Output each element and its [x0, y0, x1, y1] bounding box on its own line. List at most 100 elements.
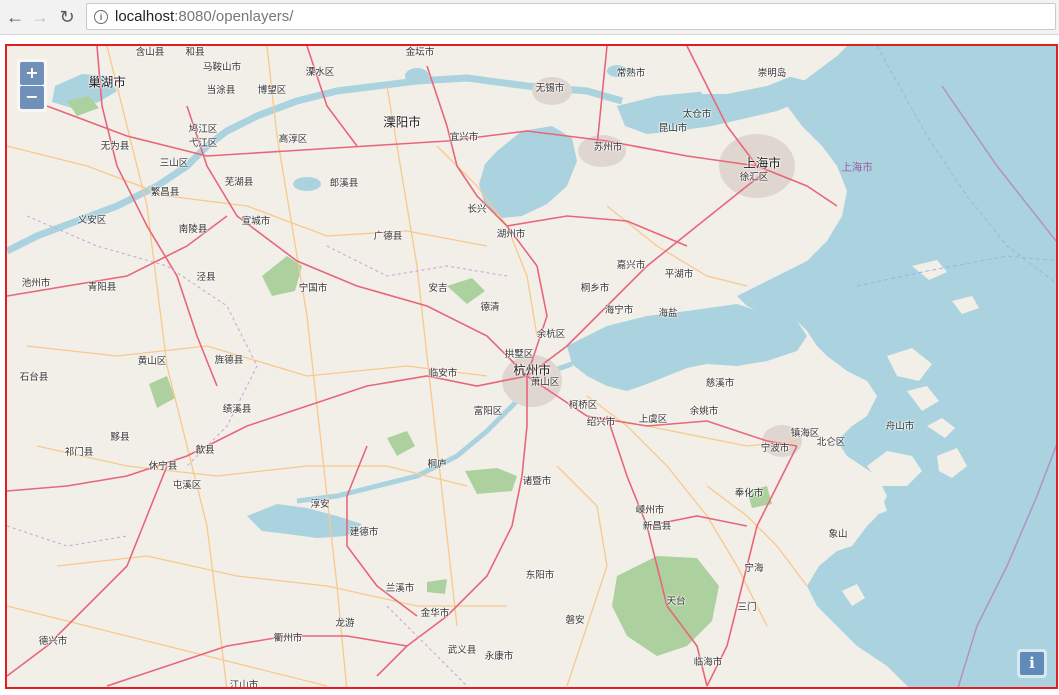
place-label: 休宁县 [148, 461, 178, 472]
place-label: 绩溪县 [222, 404, 252, 415]
place-label: 兰溪市 [385, 583, 415, 594]
place-label: 三门 [737, 602, 757, 613]
place-label: 新昌县 [642, 521, 672, 532]
address-bar[interactable]: i localhost:8080/openlayers/ [86, 3, 1056, 30]
place-label: 海盐 [658, 308, 678, 319]
place-label: 磐安 [565, 615, 585, 626]
url-path: :8080/openlayers/ [174, 8, 294, 25]
place-label: 湖州市 [496, 229, 526, 240]
place-label: 博望区 [257, 85, 287, 96]
place-label: 奉化市 [734, 488, 764, 499]
place-label: 泾县 [196, 272, 216, 283]
place-label: 德清 [480, 302, 500, 313]
place-label: 苏州市 [593, 142, 623, 153]
arrow-left-icon: ← [6, 7, 24, 27]
place-label: 德兴市 [38, 636, 68, 647]
place-label: 太仓市 [682, 109, 712, 120]
place-label: 舟山市 [885, 421, 915, 432]
place-label: 海宁市 [604, 305, 634, 316]
place-label: 临海市 [693, 657, 723, 668]
place-label: 桐庐 [427, 459, 447, 470]
place-label: 余杭区 [536, 329, 566, 340]
place-label: 建德市 [349, 527, 379, 538]
place-label: 柯桥区 [568, 400, 598, 411]
reload-icon: ↻ [59, 7, 75, 27]
map-container[interactable]: 含山县 和县 金坛市 常熟市 崇明岛 巢湖市 马鞍山市 溧水区 无锡市 当涂县 博望区 太仓市 溧阳市宜… [5, 44, 1058, 689]
place-label: 黄山区 [137, 356, 167, 367]
place-label: 龙游 [335, 618, 355, 629]
place-label: 宁波市 [760, 443, 790, 454]
place-label: 衢州市 [273, 633, 303, 644]
place-label: 萧山区 [530, 377, 560, 388]
place-label: 屯溪区 [172, 480, 202, 491]
place-label: 崇明岛 [757, 68, 787, 79]
place-label: 天台 [666, 596, 686, 607]
place-label: 临安市 [428, 368, 458, 379]
place-label: 余姚市 [689, 406, 719, 417]
place-label: 嘉兴市 [616, 260, 646, 271]
browser-toolbar: ← → ↻ i localhost:8080/openlayers/ [0, 0, 1059, 35]
place-label: 宜兴市 [449, 132, 479, 143]
zoom-control: + − [17, 59, 47, 112]
place-label: 广德县 [373, 231, 403, 242]
place-label: 石台县 [19, 372, 49, 383]
place-label: 宣城市 [241, 216, 271, 227]
place-label: 歙县 [195, 445, 215, 456]
place-label: 平湖市 [664, 269, 694, 280]
place-label: 义安区 [77, 215, 107, 226]
place-label: 含山县 [135, 47, 165, 58]
place-label: 昆山市 [658, 123, 688, 134]
place-label: 和县 [185, 47, 205, 58]
place-label: 溧阳市 [383, 114, 421, 130]
place-label: 繁昌县 [150, 187, 180, 198]
place-label: 嵊州市 [635, 505, 665, 516]
place-label: 慈溪市 [705, 378, 735, 389]
place-label: 高淳区 [278, 134, 308, 145]
place-label: 永康市 [484, 651, 514, 662]
place-label: 上海市 [841, 161, 873, 174]
place-label: 诸暨市 [522, 476, 552, 487]
place-label: 拱墅区 [504, 349, 534, 360]
place-label: 北仑区 [816, 437, 846, 448]
url-host: localhost [115, 8, 175, 25]
place-label: 金华市 [420, 608, 450, 619]
place-label: 旌德县 [214, 355, 244, 366]
url-text[interactable]: localhost:8080/openlayers/ [115, 8, 293, 25]
zoom-out-button[interactable]: − [20, 86, 44, 109]
place-label: 鸠江区 [188, 124, 218, 135]
attribution-control: i [1017, 649, 1047, 678]
place-label: 东阳市 [525, 570, 555, 581]
place-label: 常熟市 [616, 68, 646, 79]
place-label: 当涂县 [206, 85, 236, 96]
zoom-in-button[interactable]: + [20, 62, 44, 85]
info-icon[interactable]: i [94, 10, 108, 24]
back-button[interactable]: ← [3, 5, 27, 29]
forward-button[interactable]: → [28, 5, 52, 29]
place-label: 镇海区 [790, 428, 820, 439]
place-label: 徐汇区 [739, 172, 769, 183]
place-label: 金坛市 [405, 47, 435, 58]
place-label: 祁门县 [64, 447, 94, 458]
place-label: 桐乡市 [580, 283, 610, 294]
place-label: 青阳县 [87, 282, 117, 293]
place-label: 象山 [828, 529, 848, 540]
attribution-button[interactable]: i [1020, 652, 1044, 675]
reload-button[interactable]: ↻ [55, 5, 79, 29]
place-label: 淳安 [310, 499, 330, 510]
place-label: 富阳区 [473, 406, 503, 417]
place-label: 无为县 [100, 141, 130, 152]
place-label: 弋江区 [188, 138, 218, 149]
arrow-right-icon: → [31, 7, 49, 27]
place-label: 三山区 [159, 158, 189, 169]
place-label: 溧水区 [305, 67, 335, 78]
place-label: 上虞区 [638, 414, 668, 425]
place-label: 黟县 [110, 432, 130, 443]
place-label: 长兴 [467, 204, 487, 215]
place-label: 池州市 [21, 278, 51, 289]
place-label: 武义县 [447, 645, 477, 656]
place-label: 马鞍山市 [202, 62, 242, 73]
place-label: 绍兴市 [586, 417, 616, 428]
place-label: 南陵县 [178, 224, 208, 235]
place-label: 宁国市 [298, 283, 328, 294]
place-label: 安吉 [428, 283, 448, 294]
